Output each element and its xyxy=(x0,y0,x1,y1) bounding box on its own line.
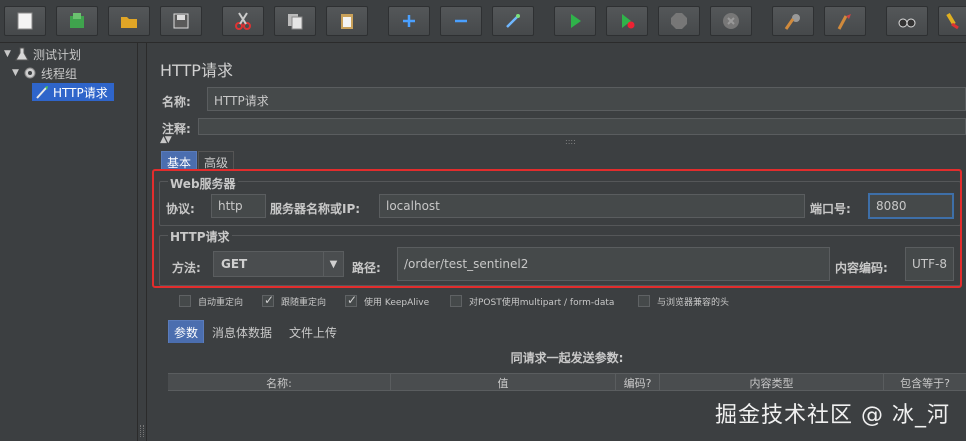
clear-all-button[interactable] xyxy=(824,6,866,36)
copy-button[interactable] xyxy=(274,6,316,36)
page-title: HTTP请求 xyxy=(160,61,233,80)
save-icon xyxy=(173,13,189,29)
brush-icon xyxy=(946,12,959,30)
tree-node-plan[interactable]: ▼ 测试计划 xyxy=(4,45,81,63)
checkbox-icon[interactable] xyxy=(450,295,462,307)
new-file-icon xyxy=(17,12,33,30)
cut-button[interactable] xyxy=(222,6,264,36)
new-button[interactable] xyxy=(4,6,46,36)
copy-icon xyxy=(288,14,303,30)
column-header[interactable]: 值 xyxy=(391,374,616,391)
checkbox-checked-icon[interactable] xyxy=(345,293,357,307)
tab-advanced[interactable]: 高级 xyxy=(198,151,235,171)
stop-icon xyxy=(671,13,687,29)
column-header[interactable]: 内容类型 xyxy=(660,374,884,391)
play-icon xyxy=(571,14,581,28)
params-table-title: 同请求一起发送参数: xyxy=(510,351,624,365)
collapse-arrows-icon[interactable]: ▲▼ xyxy=(160,135,172,145)
checkbox-checked-icon[interactable] xyxy=(262,293,274,307)
checkbox-icon[interactable] xyxy=(179,295,191,307)
tab-parameters[interactable]: 参数 xyxy=(168,320,205,343)
column-header[interactable]: 包含等于? xyxy=(884,374,966,391)
paste-button[interactable] xyxy=(326,6,368,36)
keepalive-checkbox[interactable]: 使用 KeepAlive xyxy=(345,293,429,308)
expand-arrow-icon[interactable]: ▼ xyxy=(12,68,22,78)
browser-headers-checkbox[interactable]: 与浏览器兼容的头 xyxy=(638,294,729,308)
params-table-header: 名称: 值 编码? 内容类型 包含等于? xyxy=(168,373,966,391)
drag-handle-icon[interactable]: :::: xyxy=(565,137,576,146)
column-header[interactable]: 编码? xyxy=(616,374,660,391)
shutdown-button[interactable] xyxy=(710,6,752,36)
folder-icon xyxy=(121,17,137,28)
plus-icon xyxy=(403,15,415,27)
collapse-button[interactable] xyxy=(440,6,482,36)
minus-icon xyxy=(455,19,467,23)
play-no-pause-icon xyxy=(622,14,635,29)
toolbar xyxy=(0,0,966,43)
split-pane-divider[interactable] xyxy=(138,43,147,441)
highlight-box xyxy=(152,169,962,288)
clipboard-icon xyxy=(341,14,353,29)
comment-field[interactable] xyxy=(198,118,966,135)
templates-icon xyxy=(70,13,84,28)
scissors-icon xyxy=(235,12,251,30)
save-button[interactable] xyxy=(160,6,202,36)
tab-basic[interactable]: 基本 xyxy=(161,151,198,171)
pipette-icon xyxy=(36,86,48,99)
reset-search-button[interactable] xyxy=(938,6,966,36)
gear-icon xyxy=(24,67,36,79)
expand-arrow-icon[interactable]: ▼ xyxy=(4,49,14,59)
toggle-button[interactable] xyxy=(492,6,534,36)
tree-node-thread-group[interactable]: ▼ 线程组 xyxy=(12,64,77,82)
follow-redirect-checkbox[interactable]: 跟随重定向 xyxy=(262,293,326,308)
broom-icon xyxy=(837,14,851,30)
column-header[interactable]: 名称: xyxy=(168,374,391,391)
clear-button[interactable] xyxy=(772,6,814,36)
binoculars-icon xyxy=(898,18,916,28)
watermark: 掘金技术社区 @ 冰_河 xyxy=(715,403,950,428)
auto-redirect-checkbox[interactable]: 自动重定向 xyxy=(179,294,243,308)
tab-file-upload[interactable]: 文件上传 xyxy=(284,322,343,343)
shutdown-icon xyxy=(723,13,739,29)
http-request-panel: HTTP请求 名称: HTTP请求 注释: ▲▼ :::: 基本 高级 Web服… xyxy=(148,43,966,441)
start-no-pause-button[interactable] xyxy=(606,6,648,36)
search-button[interactable] xyxy=(886,6,928,36)
name-field[interactable]: HTTP请求 xyxy=(207,87,966,111)
broom-gear-icon xyxy=(784,14,800,30)
name-label: 名称: xyxy=(162,95,191,109)
checkbox-icon[interactable] xyxy=(638,295,650,307)
wand-icon xyxy=(506,14,520,28)
templates-button[interactable] xyxy=(56,6,98,36)
tree-node-http-request[interactable]: HTTP请求 xyxy=(32,83,114,101)
flask-icon xyxy=(15,47,29,61)
stop-button[interactable] xyxy=(658,6,700,36)
multipart-checkbox[interactable]: 对POST使用multipart / form-data xyxy=(450,294,614,308)
expand-button[interactable] xyxy=(388,6,430,36)
start-button[interactable] xyxy=(554,6,596,36)
test-plan-tree: ▼ 测试计划 ▼ 线程组 HTTP请求 xyxy=(0,43,138,441)
collapse-bar[interactable]: ▲▼ :::: xyxy=(160,135,966,147)
tab-body-data[interactable]: 消息体数据 xyxy=(207,322,278,343)
open-button[interactable] xyxy=(108,6,150,36)
